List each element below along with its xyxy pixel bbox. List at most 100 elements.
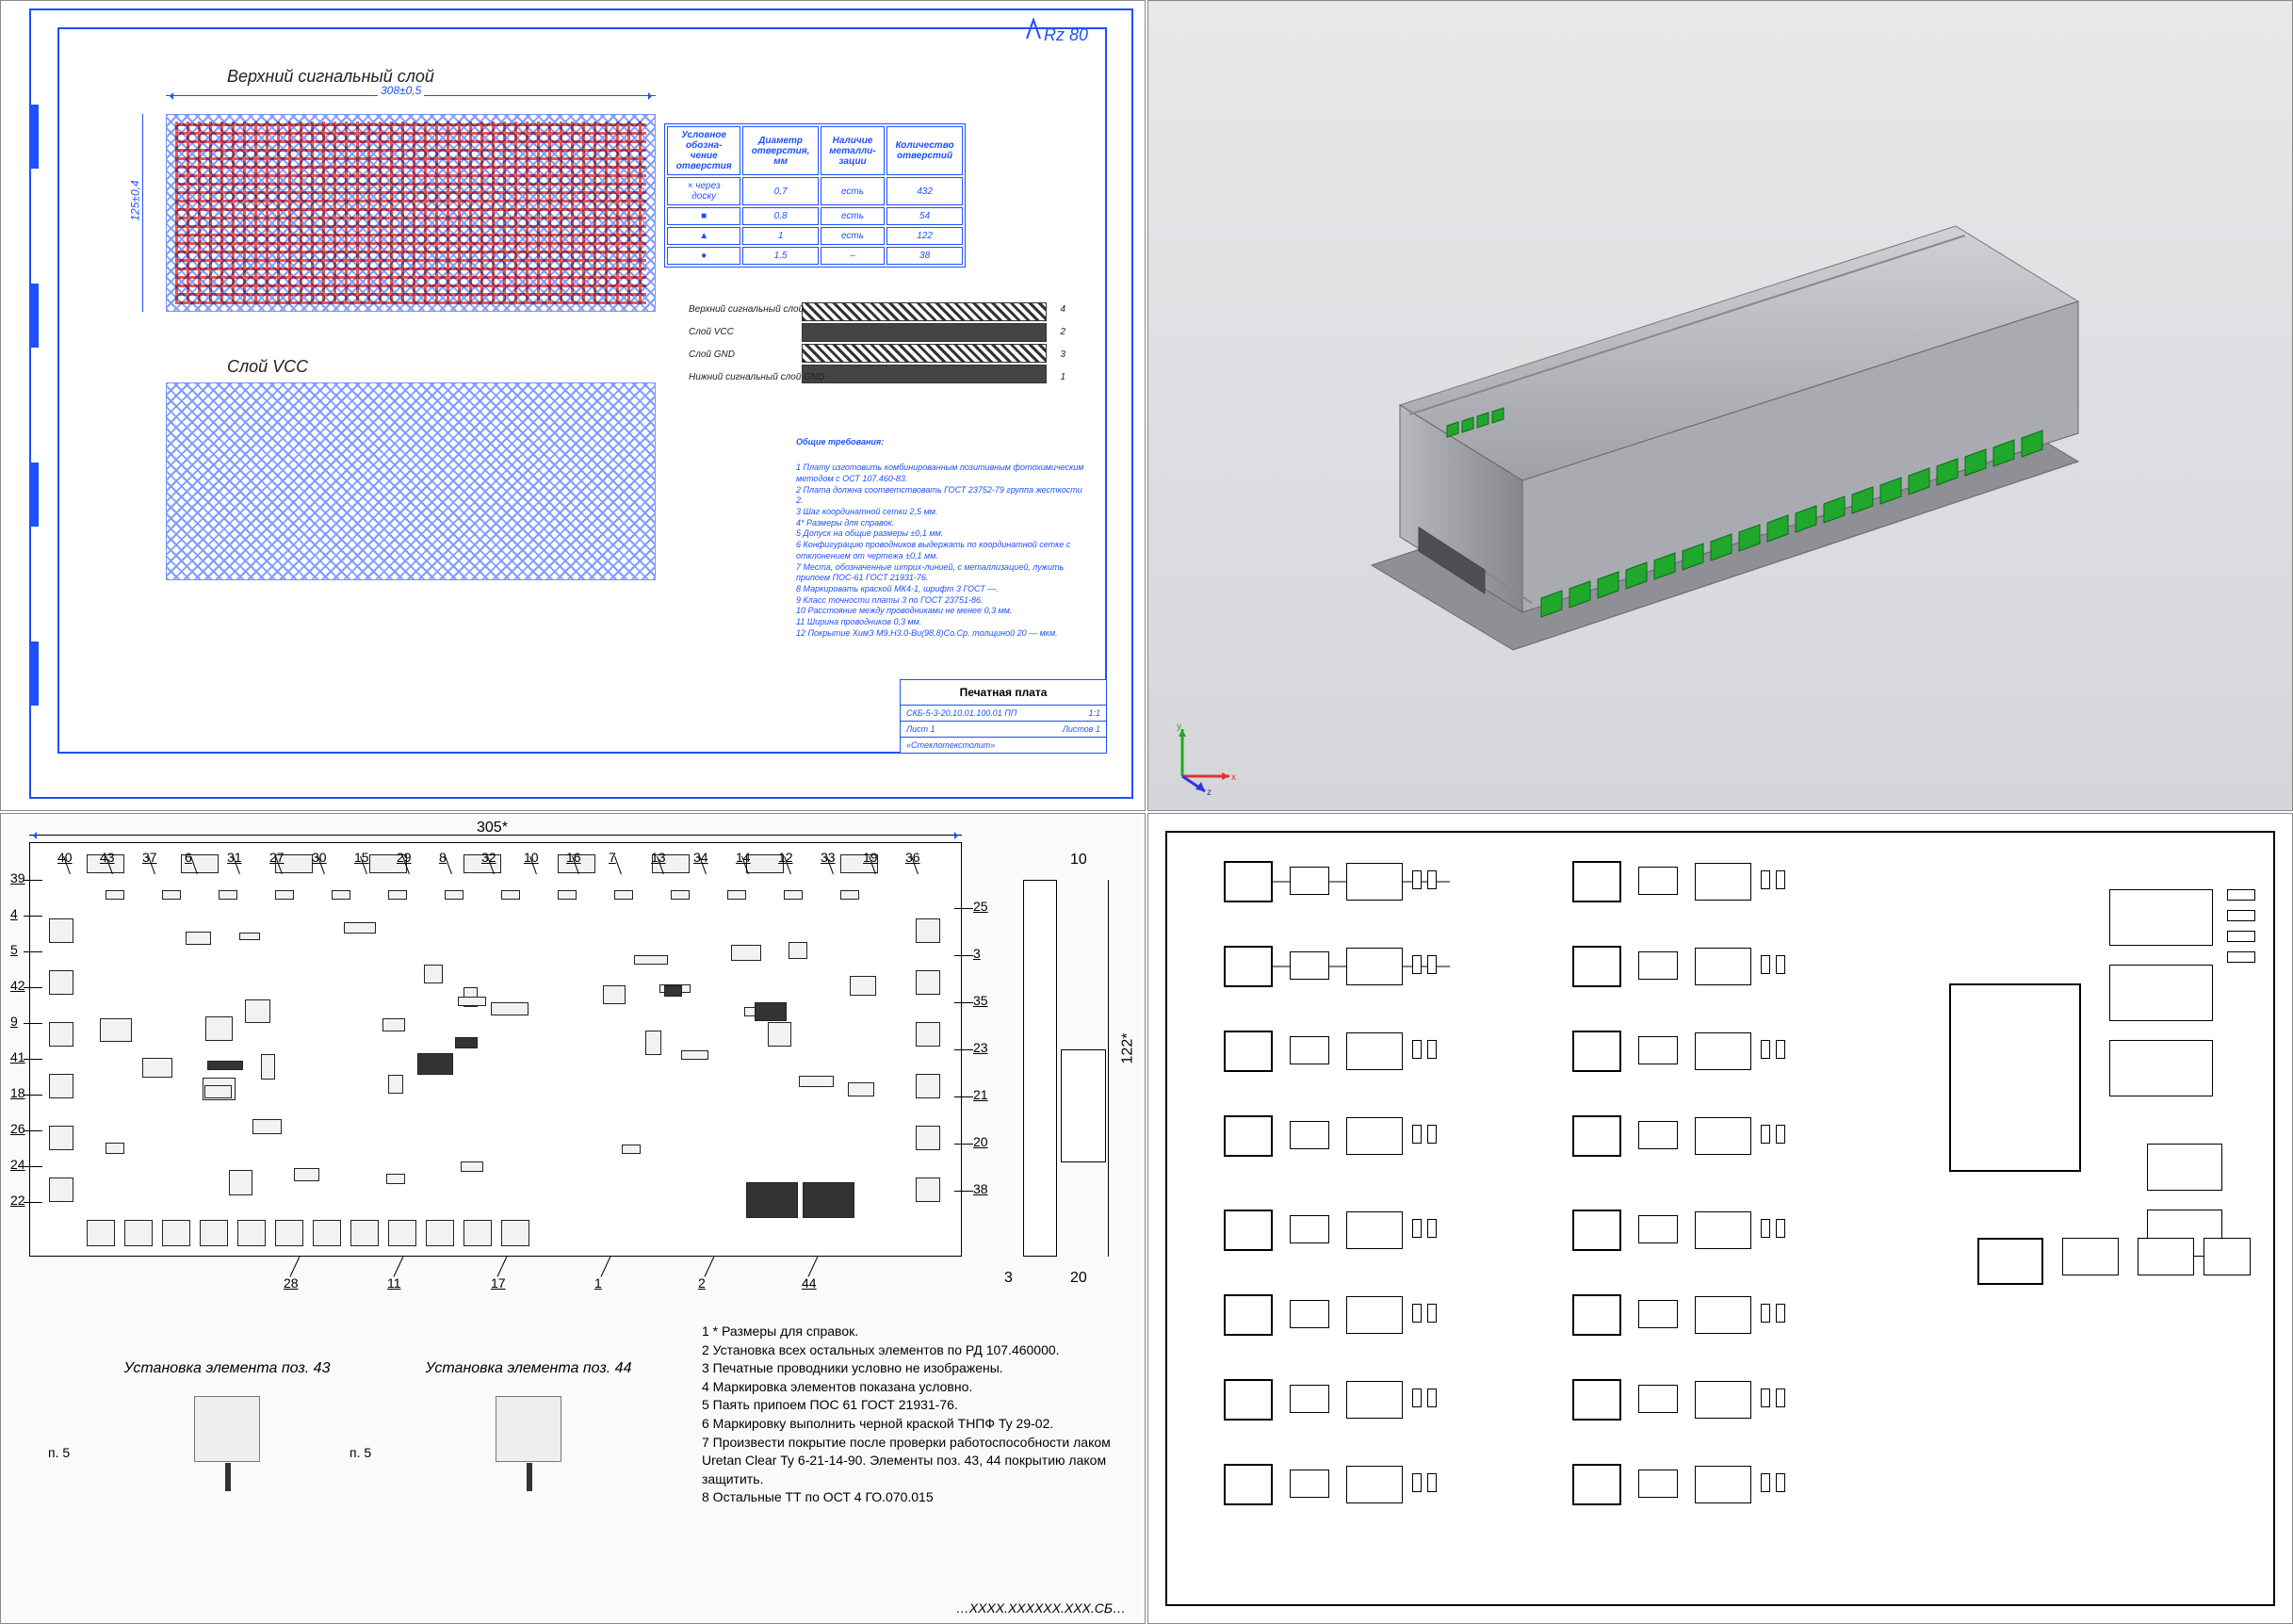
component bbox=[784, 890, 803, 900]
schematic-block bbox=[1638, 1121, 1678, 1149]
callout-25: 25 bbox=[973, 899, 988, 914]
schematic-ic bbox=[1977, 1238, 2043, 1285]
hole-table-cell: 432 bbox=[886, 177, 963, 205]
schematic-block bbox=[1638, 1215, 1678, 1243]
callout-17: 17 bbox=[491, 1275, 506, 1291]
component bbox=[219, 890, 237, 900]
component bbox=[614, 890, 633, 900]
schematic-block bbox=[1427, 1473, 1437, 1492]
schematic-block bbox=[2227, 931, 2255, 942]
schematic-block bbox=[1695, 1117, 1751, 1155]
schematic-block bbox=[1776, 1125, 1785, 1144]
schematic-ic bbox=[1224, 1115, 1273, 1157]
hole-table-cell: 38 bbox=[886, 247, 963, 265]
assembly-side-detail bbox=[1061, 1049, 1106, 1162]
title-block-doc: СКБ-5-3-20.10.01.100.01 ПП bbox=[906, 708, 1016, 718]
leader-line bbox=[704, 1256, 714, 1276]
schematic-ic bbox=[1949, 983, 2081, 1172]
callout-38: 38 bbox=[973, 1181, 988, 1196]
frame-tab bbox=[29, 463, 39, 527]
schematic-frame bbox=[1165, 831, 2275, 1606]
asm-dim-width-line bbox=[29, 835, 962, 836]
title-block-scale: 1:1 bbox=[1088, 708, 1100, 718]
component bbox=[501, 890, 520, 900]
dimension-width-value: 308±0,5 bbox=[378, 84, 424, 97]
hole-table-cell: ■ bbox=[667, 207, 740, 225]
schematic-block bbox=[1776, 955, 1785, 974]
hole-table-h3: Наличие металли-зации bbox=[821, 126, 885, 175]
dimension-height-value: 125±0,4 bbox=[129, 177, 142, 223]
leader-line bbox=[954, 1002, 973, 1003]
component bbox=[458, 997, 486, 1006]
leader-line bbox=[24, 1202, 42, 1203]
schematic-block bbox=[1346, 863, 1403, 901]
component bbox=[424, 965, 444, 983]
schematic-block bbox=[1290, 1036, 1329, 1064]
leader-line bbox=[954, 908, 973, 909]
stack-label-1: Верхний сигнальный слой bbox=[689, 304, 804, 315]
frame-tab bbox=[29, 641, 39, 706]
leader-line bbox=[24, 916, 42, 917]
component bbox=[106, 1143, 124, 1154]
side-dim-3: 3 bbox=[1004, 1270, 1013, 1287]
component bbox=[789, 942, 807, 959]
component bbox=[162, 890, 181, 900]
callout-3: 3 bbox=[973, 946, 981, 961]
hole-table-cell: – bbox=[821, 247, 885, 265]
schematic-block bbox=[1290, 1470, 1329, 1498]
component bbox=[664, 985, 681, 998]
schematic-block bbox=[1427, 1125, 1437, 1144]
leader-line bbox=[807, 1256, 818, 1276]
leader-line bbox=[954, 1049, 973, 1050]
schematic-block bbox=[2109, 1040, 2213, 1096]
stack-num-4: 1 bbox=[1060, 372, 1065, 382]
component bbox=[731, 945, 761, 961]
schematic-block bbox=[1290, 1121, 1329, 1149]
hole-table-cell: есть bbox=[821, 177, 885, 205]
detail-44-label: Установка элемента поз. 44 bbox=[397, 1360, 660, 1377]
component bbox=[463, 1220, 492, 1246]
callout-24: 24 bbox=[10, 1157, 25, 1172]
schematic-block bbox=[1427, 1389, 1437, 1407]
schematic-ic bbox=[1224, 1379, 1273, 1421]
schematic-block bbox=[1290, 1215, 1329, 1243]
general-notes: Общие требования: 1 Плату изготовить ком… bbox=[796, 426, 1088, 650]
title-block-material: «Стеклотекстолит» bbox=[906, 740, 995, 750]
schematic-block bbox=[2227, 951, 2255, 963]
assembly-notes: 1 * Размеры для справок. 2 Установка все… bbox=[702, 1323, 1116, 1507]
component bbox=[344, 922, 377, 934]
schematic-block bbox=[2109, 889, 2213, 946]
frame-tab bbox=[29, 105, 39, 169]
component bbox=[388, 890, 407, 900]
notes-title: Общие требования: bbox=[796, 437, 1088, 448]
leader-line bbox=[954, 1191, 973, 1192]
vcc-layer-crosshatch bbox=[166, 382, 656, 580]
component bbox=[916, 918, 940, 943]
schematic-block bbox=[1761, 1040, 1770, 1059]
component bbox=[455, 1037, 478, 1048]
schematic-block bbox=[1638, 951, 1678, 980]
schematic-block bbox=[1638, 1470, 1678, 1498]
component bbox=[49, 1022, 73, 1047]
schematic-block bbox=[1412, 1473, 1422, 1492]
schematic-ic bbox=[1572, 1379, 1621, 1421]
schematic-block bbox=[1761, 1473, 1770, 1492]
component bbox=[49, 1126, 73, 1150]
component bbox=[634, 955, 668, 965]
component bbox=[417, 1053, 453, 1075]
leader-line bbox=[24, 951, 42, 952]
schematic-block bbox=[1638, 1385, 1678, 1413]
schematic-ic bbox=[1224, 1031, 1273, 1072]
component bbox=[803, 1182, 854, 1218]
schematic-ic bbox=[1572, 1031, 1621, 1072]
panel-assembly-drawing: 305* 10 3 20 122* 4043376312730152983210… bbox=[0, 813, 1146, 1624]
asm-dim-height-line bbox=[1108, 880, 1109, 1257]
schematic-block bbox=[1695, 863, 1751, 901]
hole-table-cell: ● bbox=[667, 247, 740, 265]
schematic-block bbox=[1412, 870, 1422, 889]
detail-43-label: Установка элемента поз. 43 bbox=[95, 1360, 359, 1377]
leader-line bbox=[24, 1166, 42, 1167]
component bbox=[294, 1168, 319, 1181]
axis-z: z bbox=[1207, 788, 1212, 795]
component bbox=[558, 890, 577, 900]
